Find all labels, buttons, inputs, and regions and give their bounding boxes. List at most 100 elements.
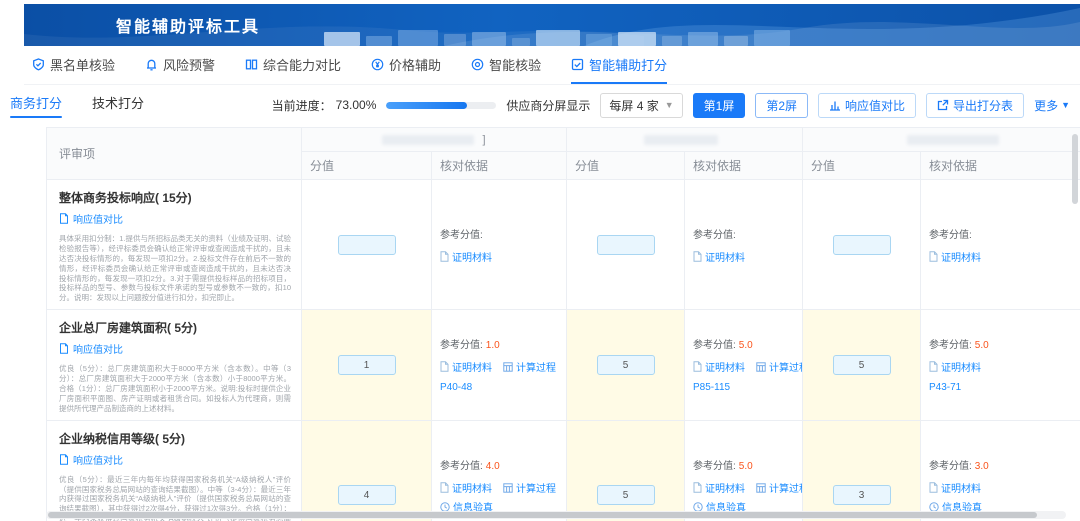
- page-reference-link[interactable]: P85-115: [693, 382, 794, 393]
- criterion-description: 优良（5分）：总厂房建筑面积大于8000平方米（含本数）。中等（3分）：总厂房建…: [59, 364, 291, 413]
- score-cell: [802, 309, 921, 421]
- material-link-label: 证明材料: [452, 363, 492, 375]
- score-input[interactable]: [596, 355, 655, 376]
- material-link[interactable]: 证明材料: [693, 480, 745, 495]
- page-reference-link[interactable]: P40-48: [440, 382, 558, 393]
- more-button[interactable]: 更多 ▼: [1034, 97, 1070, 114]
- material-link-label: 证明材料: [941, 363, 981, 375]
- criterion-title: 企业总厂房建筑面积( 5分): [59, 321, 198, 336]
- export-score-button[interactable]: 导出打分表: [926, 92, 1025, 118]
- material-link[interactable]: 证明材料: [440, 359, 492, 374]
- material-link[interactable]: 证明材料: [440, 480, 492, 495]
- page-reference-link[interactable]: P43-71: [929, 382, 1080, 393]
- score-input[interactable]: [596, 234, 655, 255]
- nav-tab-blacklist-check[interactable]: 黑名单核验: [32, 46, 115, 84]
- nav-tab-price-assist[interactable]: 价格辅助: [371, 46, 441, 84]
- ref-score-label: 参考分值:: [929, 229, 972, 241]
- document-icon: [693, 482, 702, 493]
- vertical-scrollbar-thumb[interactable]: [1072, 134, 1078, 204]
- column-header-basis: 核对依据: [431, 151, 567, 180]
- document-icon: [60, 453, 68, 465]
- ref-score-label: 参考分值:: [440, 340, 483, 352]
- document-icon: [929, 361, 938, 373]
- document-icon: [60, 213, 68, 224]
- calc-process-link[interactable]: 计算过程: [756, 359, 802, 374]
- calc-process-link-label: 计算过程: [516, 363, 556, 375]
- nav-tab-smart-verify[interactable]: 智能核验: [471, 46, 541, 84]
- score-cell: [566, 178, 685, 311]
- columns-compare-icon: [245, 59, 258, 69]
- progress-label: 当前进度：: [271, 98, 332, 113]
- nav-tab-label: 黑名单核验: [50, 57, 116, 73]
- nav-tab-ability-compare[interactable]: 综合能力对比: [245, 46, 341, 84]
- score-cell: [802, 419, 921, 521]
- chevron-down-icon: ▼: [1061, 100, 1070, 110]
- score-check-icon: [571, 58, 584, 70]
- response-compare-link[interactable]: 响应值对比: [59, 341, 123, 356]
- response-compare-link[interactable]: 响应值对比: [59, 211, 123, 226]
- app-title: 智能辅助评标工具: [116, 19, 261, 36]
- score-input[interactable]: [596, 485, 655, 506]
- horizontal-scrollbar[interactable]: [46, 511, 1066, 519]
- material-link[interactable]: 证明材料: [929, 480, 981, 495]
- response-compare-link[interactable]: 响应值对比: [59, 452, 123, 467]
- document-icon: [60, 343, 68, 354]
- column-header-score: 分值: [566, 151, 685, 180]
- material-link-label: 证明材料: [941, 252, 981, 264]
- nav-tab-risk-alert[interactable]: 风险预警: [145, 46, 215, 84]
- calc-process-link[interactable]: 计算过程: [503, 359, 556, 374]
- score-input[interactable]: [337, 485, 396, 506]
- nav-tab-label: 智能辅助打分: [589, 57, 668, 73]
- subtab-business-score[interactable]: 商务打分: [8, 89, 64, 122]
- nav-tab-label: 综合能力对比: [263, 57, 342, 73]
- progress-value: 73.00%: [335, 98, 377, 112]
- score-subtabs: 商务打分 技术打分: [8, 89, 146, 122]
- calc-process-link[interactable]: 计算过程: [756, 480, 802, 495]
- material-link[interactable]: 证明材料: [693, 359, 745, 374]
- supplier-header-2: [566, 127, 803, 152]
- response-compare-label: 响应值对比: [845, 98, 906, 113]
- criterion-title: 企业纳税信用等级( 5分): [59, 431, 186, 446]
- screen1-button[interactable]: 第1屏: [692, 92, 746, 118]
- bar-chart-icon: [830, 101, 841, 111]
- nav-tab-smart-scoring[interactable]: 智能辅助打分: [571, 46, 668, 84]
- toolbar-controls: 当前进度： 73.00% 供应商分屏显示 每屏 4 家 ▼ 第1屏 第2屏 响应…: [271, 92, 1070, 118]
- response-compare-button[interactable]: 响应值对比: [818, 92, 917, 118]
- supplier-name-fragment: ]: [482, 133, 486, 146]
- material-link-label: 证明材料: [705, 484, 745, 496]
- table-row: 企业总厂房建筑面积( 5分) 响应值对比 优良（5分）：总厂房建筑面积大于800…: [46, 309, 1080, 421]
- per-screen-select[interactable]: 每屏 4 家 ▼: [600, 92, 683, 118]
- score-cell: [301, 419, 432, 521]
- export-score-label: 导出打分表: [953, 98, 1014, 113]
- scoring-table: 评审项 ] 分值 核对依据 分值 核对依据 分值 核对依据 整体商务投标响应(…: [46, 127, 1080, 521]
- ref-score-value: 4.0: [485, 461, 500, 473]
- score-input[interactable]: [337, 234, 396, 255]
- calc-process-link[interactable]: 计算过程: [503, 480, 556, 495]
- basis-cell: 参考分值:3.0 证明材料 信息验真 P73: [920, 419, 1080, 521]
- score-input[interactable]: [832, 234, 891, 255]
- score-cell: [802, 178, 921, 311]
- basis-cell: 参考分值:5.0 证明材料 计算过程 信息验真 P129-134: [684, 419, 803, 521]
- supplier-header-1: ]: [301, 127, 567, 152]
- score-input[interactable]: [832, 485, 891, 506]
- subtab-technical-score[interactable]: 技术打分: [90, 89, 146, 122]
- screen2-button[interactable]: 第2屏: [755, 92, 809, 118]
- app-banner: 智能辅助评标工具: [24, 4, 1080, 46]
- material-link[interactable]: 证明材料: [693, 249, 745, 264]
- nav-tab-label: 智能核验: [489, 57, 542, 73]
- toolbar: 商务打分 技术打分 当前进度： 73.00% 供应商分屏显示 每屏 4 家 ▼ …: [8, 86, 1070, 124]
- nav-tab-label: 价格辅助: [389, 57, 442, 73]
- score-input[interactable]: [337, 355, 396, 376]
- calc-process-link-label: 计算过程: [516, 484, 556, 496]
- material-link[interactable]: 证明材料: [929, 359, 981, 374]
- score-cell: [301, 178, 432, 311]
- scoring-table-wrap: 评审项 ] 分值 核对依据 分值 核对依据 分值 核对依据 整体商务投标响应(…: [46, 127, 1080, 521]
- more-label: 更多: [1034, 98, 1059, 113]
- material-link-label: 证明材料: [705, 363, 745, 375]
- per-screen-value: 每屏 4 家: [609, 98, 659, 113]
- redacted-supplier-name: [643, 134, 718, 145]
- material-link[interactable]: 证明材料: [440, 249, 492, 264]
- horizontal-scrollbar-thumb[interactable]: [48, 512, 1038, 518]
- score-input[interactable]: [832, 355, 891, 376]
- material-link[interactable]: 证明材料: [929, 249, 981, 264]
